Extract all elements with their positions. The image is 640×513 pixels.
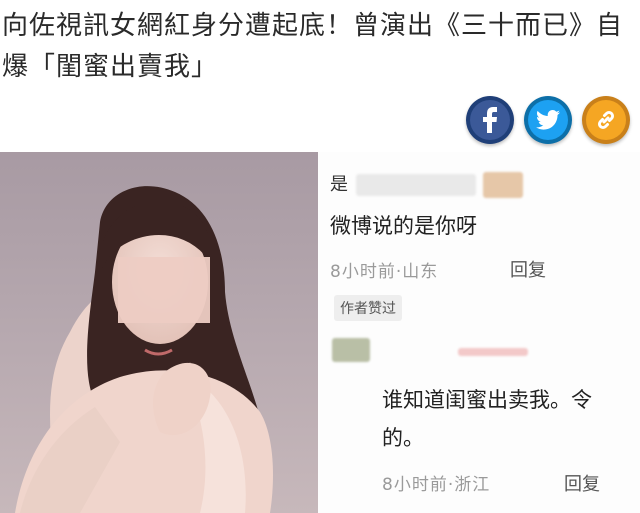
link-share-button[interactable]: [582, 96, 630, 144]
comment-meta: 8小时前·山东: [330, 262, 439, 282]
comment-meta: 8小时前·浙江: [382, 475, 491, 495]
twitter-icon: [528, 100, 568, 140]
facebook-share-button[interactable]: [466, 96, 514, 144]
comment-text-continued: 的。: [382, 426, 424, 450]
blurred-username: [458, 348, 528, 356]
share-bar: [466, 96, 630, 144]
article-headline: 向佐視訊女網紅身分遭起底！曾演出《三十而已》自 爆「閨蜜出賣我」: [2, 11, 624, 82]
woman-portrait-image: [15, 186, 273, 513]
link-icon: [586, 100, 626, 140]
author-liked-badge: 作者赞过: [334, 295, 402, 321]
comment-user-name: 是: [330, 174, 348, 195]
reply-button[interactable]: 回复: [564, 470, 600, 496]
article-photo: [0, 152, 318, 513]
comment-screenshot: 是 微博说的是你呀 8小时前·山东 回复 作者赞过 谁知道闺蜜出卖我。令 的。 …: [318, 152, 640, 513]
reply-button[interactable]: 回复: [510, 256, 546, 282]
comment-text: 微博说的是你呀: [330, 214, 477, 238]
avatar: [332, 338, 370, 362]
blurred-username: [356, 174, 476, 196]
twitter-share-button[interactable]: [524, 96, 572, 144]
avatar-badge: [483, 172, 523, 198]
facebook-icon: [470, 100, 510, 140]
comment-text: 谁知道闺蜜出卖我。令: [382, 388, 592, 412]
